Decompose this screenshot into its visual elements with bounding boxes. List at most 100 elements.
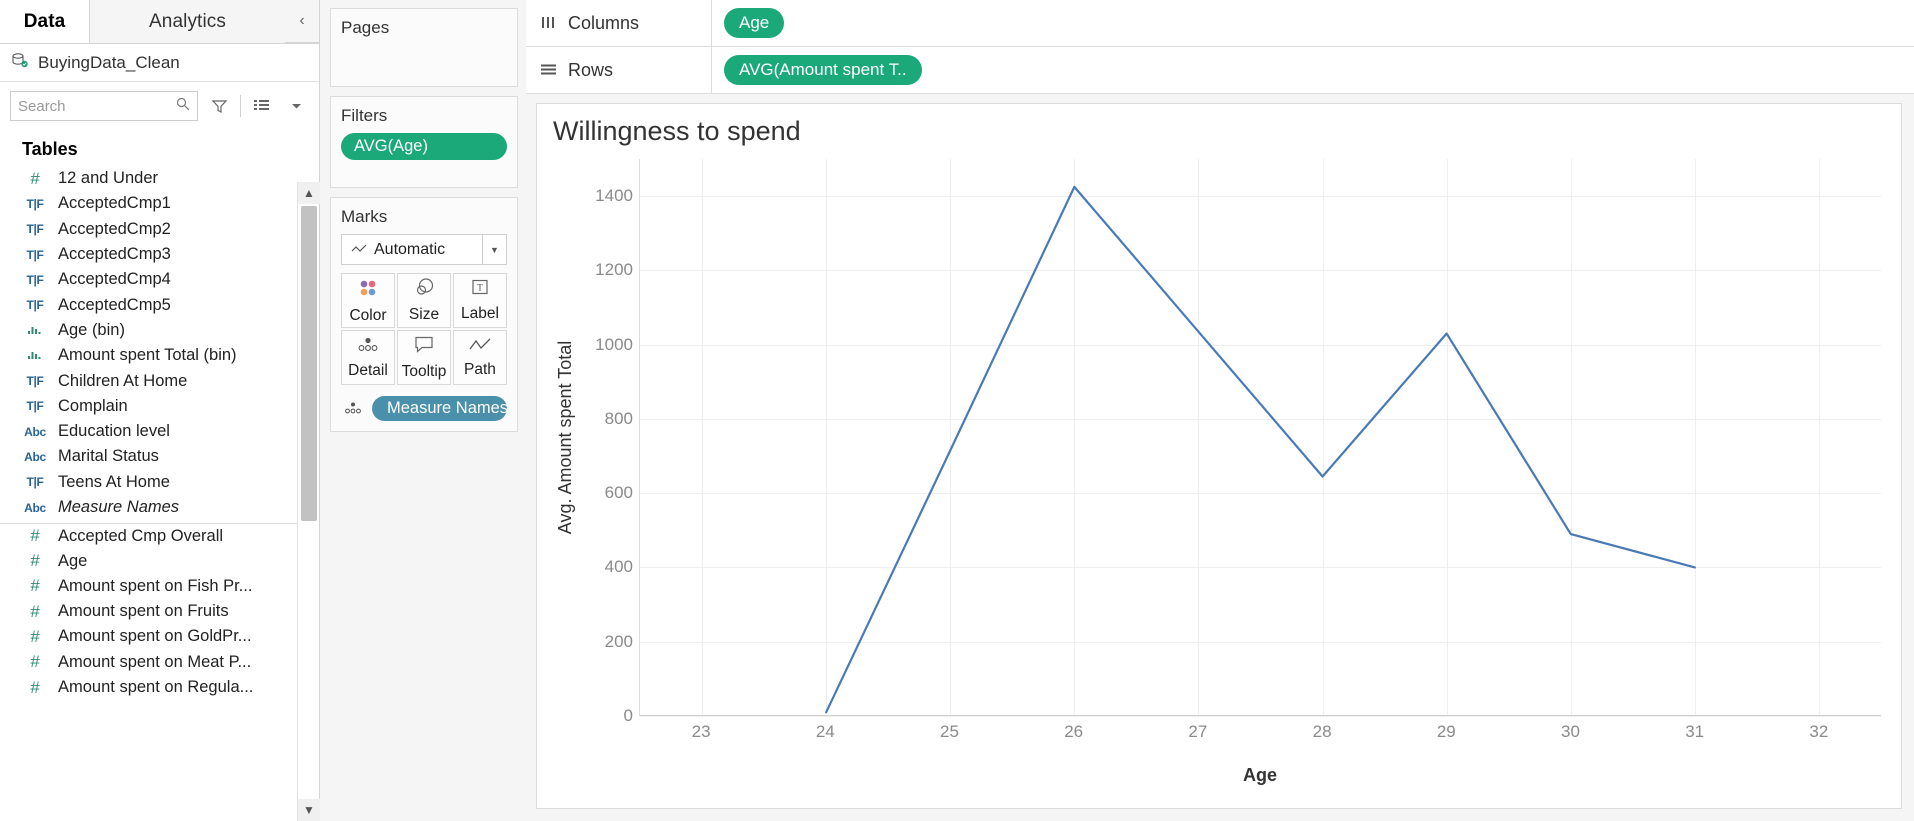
- marks-size-button[interactable]: Size: [397, 273, 451, 328]
- columns-icon: [540, 13, 557, 34]
- columns-shelf-label: Columns: [526, 0, 712, 46]
- chevron-down-icon[interactable]: [283, 93, 309, 119]
- field-item[interactable]: T|FAcceptedCmp5: [0, 292, 297, 317]
- field-item[interactable]: # Amount spent on Meat P...: [0, 650, 297, 675]
- truefalse-icon: T|F: [22, 248, 48, 262]
- field-item[interactable]: # Amount spent on Fruits: [0, 599, 297, 624]
- mark-type-label: Automatic: [374, 241, 445, 259]
- toolbar-divider: [240, 95, 241, 117]
- field-label: Amount spent on GoldPr...: [58, 627, 252, 646]
- gridline-horizontal: [640, 716, 1881, 717]
- truefalse-icon: T|F: [22, 298, 48, 312]
- search-row: Search: [0, 82, 319, 130]
- pages-card: Pages: [330, 8, 518, 87]
- field-item[interactable]: T|FAcceptedCmp4: [0, 267, 297, 292]
- field-item[interactable]: #Amount spent on Regula...: [0, 675, 297, 700]
- columns-pill-age[interactable]: Age: [724, 8, 784, 38]
- hash-icon: #: [22, 678, 48, 698]
- marks-size-label: Size: [409, 306, 439, 324]
- tab-data[interactable]: Data: [0, 0, 90, 43]
- marks-assigned-row: Measure Names: [341, 396, 507, 421]
- grid-icon[interactable]: [249, 93, 275, 119]
- marks-color-label: Color: [349, 307, 386, 325]
- field-item[interactable]: T|FChildren At Home: [0, 368, 297, 393]
- plot-canvas[interactable]: [639, 159, 1881, 716]
- field-item[interactable]: #Age: [0, 548, 297, 573]
- field-item[interactable]: AbcMarital Status: [0, 444, 297, 469]
- x-axis-title: Age: [639, 765, 1881, 786]
- marks-pill-measure-names[interactable]: Measure Names: [372, 396, 507, 421]
- abc-icon: Abc: [22, 425, 48, 439]
- field-item[interactable]: T|FTeens At Home: [0, 470, 297, 495]
- hash-icon: #: [22, 602, 48, 622]
- field-label: Amount spent on Meat P...: [58, 653, 251, 672]
- tables-heading: Tables: [0, 130, 319, 166]
- y-axis-title: Avg. Amount spent Total: [553, 159, 579, 716]
- field-item[interactable]: #Accepted Cmp Overall: [0, 523, 297, 548]
- field-item[interactable]: #Amount spent on GoldPr...: [0, 624, 297, 649]
- label-icon: T: [470, 278, 490, 302]
- scroll-up-icon[interactable]: ▲: [298, 182, 320, 204]
- field-item[interactable]: Abc Education level: [0, 419, 297, 444]
- field-label: Age (bin): [58, 321, 125, 340]
- search-icon: [176, 97, 190, 115]
- field-item[interactable]: #Amount spent on Fish Pr...: [0, 574, 297, 599]
- detail-dots-icon: [343, 401, 363, 416]
- marks-detail-button[interactable]: Detail: [341, 330, 395, 385]
- x-tick-label: 28: [1313, 722, 1332, 742]
- field-item[interactable]: Age (bin): [0, 318, 297, 343]
- truefalse-icon: T|F: [22, 222, 48, 236]
- mark-type-selector[interactable]: Automatic ▼: [341, 234, 507, 265]
- field-item[interactable]: #12 and Under: [0, 166, 297, 191]
- y-tick-label: 200: [605, 632, 633, 652]
- marks-color-button[interactable]: Color: [341, 273, 395, 328]
- y-tick-label: 0: [624, 706, 633, 726]
- rows-pill-avg-amount[interactable]: AVG(Amount spent T..: [724, 55, 922, 85]
- field-item[interactable]: AbcMeasure Names: [0, 495, 297, 520]
- field-label: Complain: [58, 397, 128, 416]
- tableau-window: Data Analytics ‹ BuyingData_Clean: [0, 0, 1914, 821]
- hash-icon: #: [22, 169, 48, 189]
- tab-analytics[interactable]: Analytics: [90, 0, 285, 44]
- field-label: Children At Home: [58, 372, 187, 391]
- field-label: Age: [58, 552, 87, 571]
- scroll-down-icon[interactable]: ▼: [298, 799, 320, 821]
- datasource-row[interactable]: BuyingData_Clean: [0, 44, 319, 82]
- rows-shelf-drop[interactable]: AVG(Amount spent T..: [712, 55, 1914, 85]
- y-tick-label: 600: [605, 483, 633, 503]
- marks-title: Marks: [341, 207, 507, 227]
- filter-icon[interactable]: [206, 93, 232, 119]
- marks-label-button[interactable]: T Label: [453, 273, 507, 328]
- collapse-pane-button[interactable]: ‹: [285, 0, 319, 43]
- plot-wrapper: Avg. Amount spent Total 0 200 400 600 800 100…: [537, 159, 1901, 808]
- data-pane-scrollbar[interactable]: ▲ ▼: [297, 182, 319, 821]
- chevron-down-icon[interactable]: ▼: [482, 235, 506, 264]
- y-tick-label: 1000: [595, 335, 633, 355]
- filter-pill-avg-age[interactable]: AVG(Age): [341, 133, 507, 160]
- marks-detail-label: Detail: [348, 362, 388, 380]
- x-tick-label: 24: [816, 722, 835, 742]
- y-tick-label: 800: [605, 409, 633, 429]
- field-label: Amount spent Total (bin): [58, 346, 237, 365]
- field-item[interactable]: T|FAcceptedCmp1: [0, 191, 297, 216]
- chart-title: Willingness to spend: [553, 116, 801, 147]
- scrollbar-thumb[interactable]: [301, 206, 317, 521]
- search-input[interactable]: Search: [10, 91, 198, 121]
- marks-path-button[interactable]: Path: [453, 330, 507, 385]
- filters-title: Filters: [341, 106, 507, 126]
- field-item[interactable]: T|FAcceptedCmp2: [0, 217, 297, 242]
- y-tick-label: 400: [605, 557, 633, 577]
- field-list: #12 and UnderT|FAcceptedCmp1T|FAcceptedC…: [0, 166, 319, 821]
- field-item[interactable]: T|FAcceptedCmp3: [0, 242, 297, 267]
- x-tick-label: 32: [1809, 722, 1828, 742]
- marks-tooltip-button[interactable]: Tooltip: [397, 330, 451, 385]
- truefalse-icon: T|F: [22, 197, 48, 211]
- abc-icon: Abc: [22, 450, 48, 464]
- field-label: Education level: [58, 422, 170, 441]
- field-item[interactable]: T|FComplain: [0, 394, 297, 419]
- hash-icon: #: [22, 652, 48, 672]
- field-item[interactable]: Amount spent Total (bin): [0, 343, 297, 368]
- line-series: [640, 159, 1881, 716]
- columns-shelf-drop[interactable]: Age: [712, 8, 1914, 38]
- field-label: Amount spent on Fruits: [58, 602, 229, 621]
